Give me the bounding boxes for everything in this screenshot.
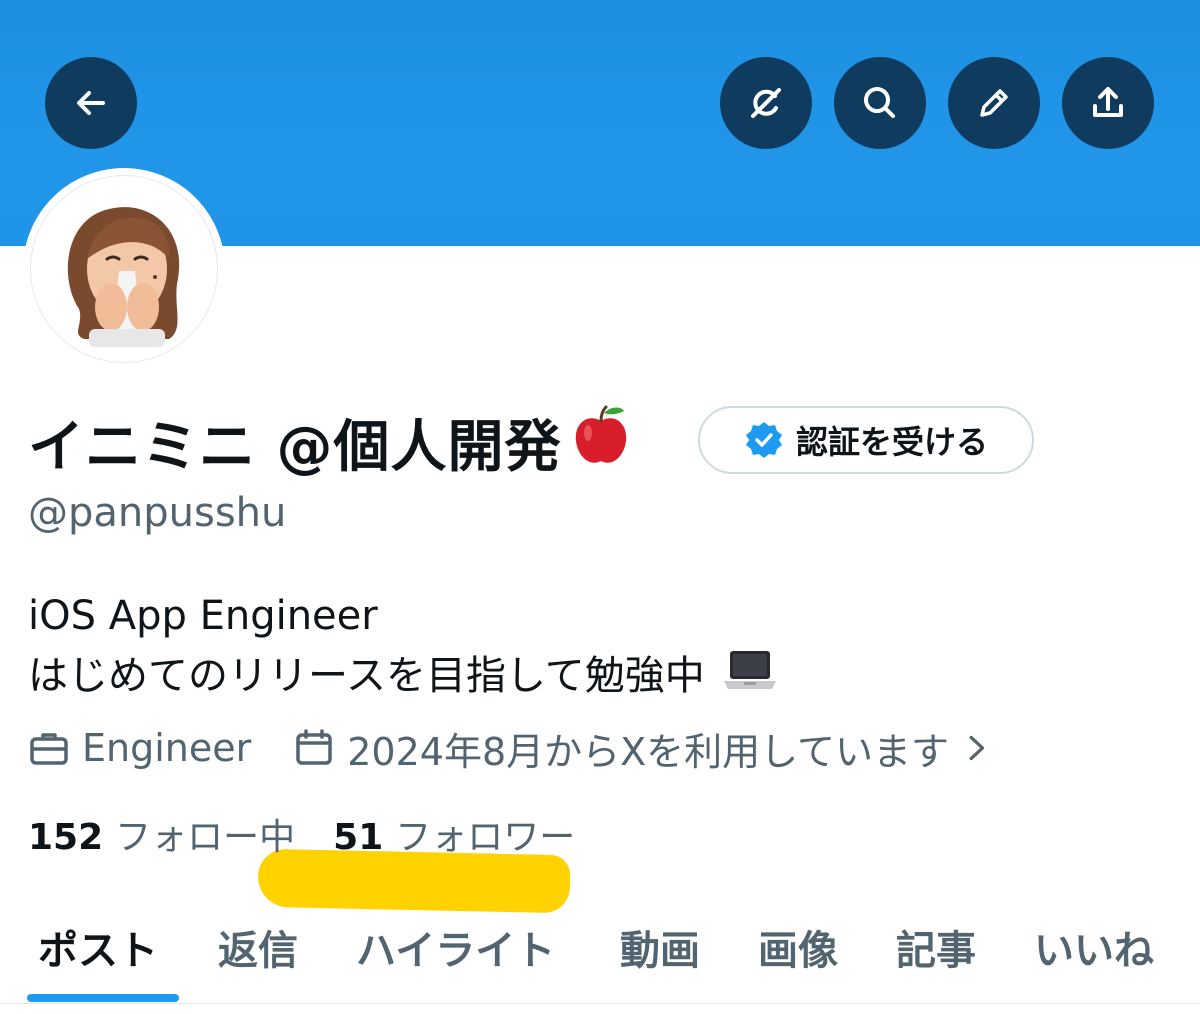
- tab-highlights[interactable]: ハイライト: [356, 918, 555, 976]
- pencil-icon: [980, 89, 1008, 117]
- follow-counts: 152 フォロー中 51 フォロワー: [28, 808, 575, 860]
- profile-job-text: Engineer: [82, 726, 252, 770]
- search-icon: [864, 87, 895, 118]
- back-button[interactable]: [45, 57, 137, 149]
- avatar[interactable]: [23, 168, 225, 370]
- share-button[interactable]: [1062, 57, 1154, 149]
- profile-joined[interactable]: 2024年8月からXを利用しています: [293, 721, 993, 776]
- avatar-image: [30, 175, 218, 363]
- apple-emoji-icon: [568, 403, 634, 483]
- tab-likes[interactable]: いいね: [1034, 918, 1154, 976]
- active-tab-indicator: [27, 994, 179, 1002]
- profile-handle: @panpusshu: [28, 490, 287, 536]
- laptop-emoji-icon: [722, 649, 778, 710]
- memoji-avatar-image: [67, 207, 180, 347]
- get-verified-button[interactable]: 認証を受ける: [698, 406, 1034, 474]
- following-label: フォロー中: [115, 817, 296, 858]
- edit-button[interactable]: [948, 57, 1040, 149]
- profile-meta: Engineer 2024年8月からXを利用しています: [28, 720, 993, 776]
- followers-count: 51: [333, 817, 384, 858]
- followers-link[interactable]: 51 フォロワー: [333, 808, 575, 860]
- display-name-text: イニミニ @個人開発: [28, 415, 562, 480]
- bio-line-2: はじめてのリリースを目指して勉強中: [28, 646, 778, 710]
- following-count: 152: [28, 817, 104, 858]
- chevron-right-icon: [969, 735, 985, 761]
- search-button[interactable]: [834, 57, 926, 149]
- followers-label: フォロワー: [395, 817, 576, 858]
- profile-tabs: ポスト 返信 ハイライト 動画 画像 記事 いいね: [0, 904, 1200, 1004]
- briefcase-icon: [30, 733, 68, 765]
- bio-line-1: iOS App Engineer: [28, 593, 378, 639]
- arrow-left-icon: [77, 91, 105, 115]
- following-link[interactable]: 152 フォロー中: [28, 808, 295, 860]
- bio-line-2-text: はじめてのリリースを目指して勉強中: [28, 653, 705, 699]
- calendar-icon: [296, 729, 332, 765]
- grok-icon: [751, 88, 781, 118]
- tab-photos[interactable]: 画像: [758, 918, 838, 976]
- grok-button[interactable]: [720, 57, 812, 149]
- tab-replies[interactable]: 返信: [218, 918, 298, 976]
- tab-videos[interactable]: 動画: [620, 918, 700, 976]
- tab-articles[interactable]: 記事: [896, 918, 976, 976]
- profile-joined-text: 2024年8月からXを利用しています: [347, 729, 950, 774]
- profile-job: Engineer: [28, 726, 251, 770]
- profile-bio: iOS App Engineer はじめてのリリースを目指して勉強中: [28, 586, 778, 710]
- tab-posts[interactable]: ポスト: [38, 918, 158, 976]
- display-name: イニミニ @個人開発: [28, 402, 634, 483]
- share-icon: [1093, 87, 1123, 117]
- tabs-divider: [0, 1003, 1200, 1004]
- verified-badge-icon: [745, 422, 782, 458]
- get-verified-label: 認証を受ける: [795, 423, 988, 461]
